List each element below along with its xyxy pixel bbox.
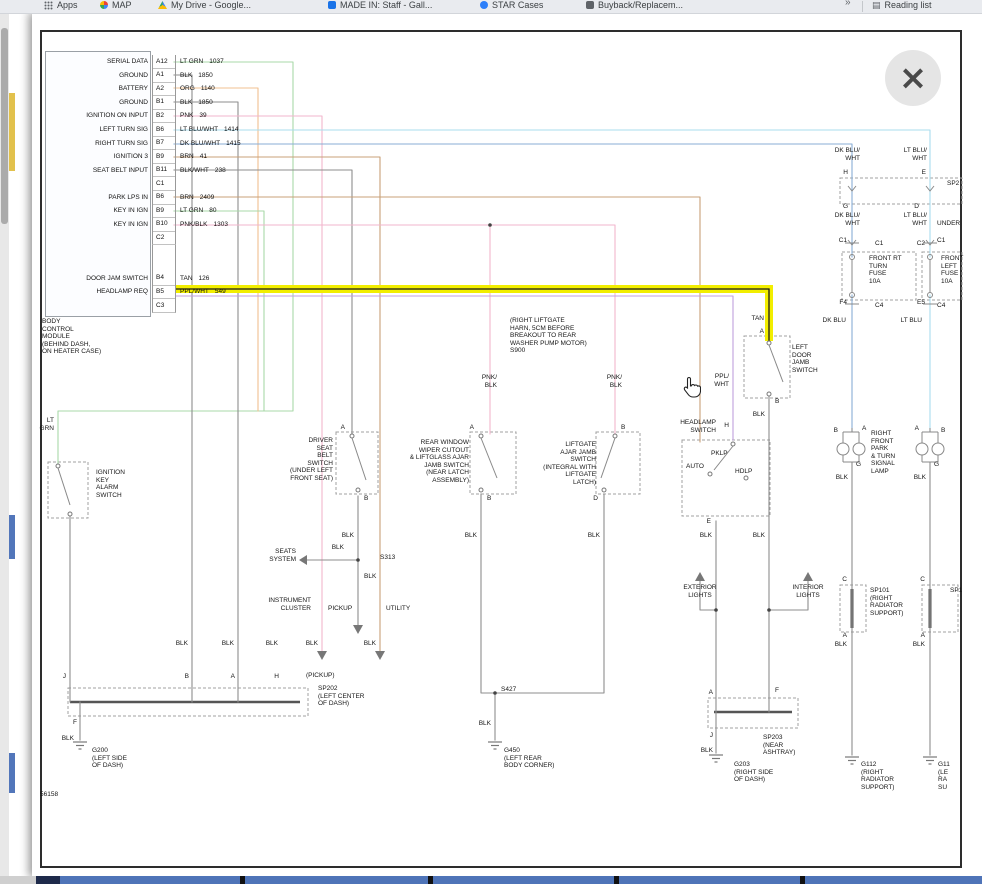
bcm-num: 549 <box>215 288 226 295</box>
bcm-clr: BLK/WHT <box>180 167 209 174</box>
bcm-pin: B6 <box>152 122 176 137</box>
background-edge-segment <box>0 876 36 884</box>
bcm-num: 2409 <box>200 194 214 201</box>
mouse-cursor-hand-icon <box>683 376 701 403</box>
bcm-pin: A1 <box>152 68 176 83</box>
bcm-pin-row: BATTERYA2 ORG 1140 <box>44 82 294 96</box>
bcm-pin-row: IGNITION 3B9 BRN 41 <box>44 150 294 164</box>
bcm-pin-row: IGNITION ON INPUTB2 PNK 39 <box>44 109 294 123</box>
bcm-num: 80 <box>209 207 216 214</box>
bcm-num: 1037 <box>209 58 223 65</box>
bcm-lbl: DOOR JAM SWITCH <box>44 275 152 282</box>
ground-symbols <box>73 742 937 764</box>
bcm-lbl: SEAT BELT INPUT <box>44 167 152 174</box>
bcm-clr: ORG <box>180 85 195 92</box>
bcm-pin-row: GROUNDB1 BLK 1850 <box>44 96 294 110</box>
bcm-pin-row: PARK LPS INB6 BRN 2409 <box>44 190 294 204</box>
bcm-pin: B10 <box>152 217 176 232</box>
bcm-pin: B9 <box>152 204 176 219</box>
bcm-lbl: HEADLAMP REQ <box>44 288 152 295</box>
bcm-pin-row: LEFT TURN SIGB6 LT BLU/WHT 1414 <box>44 123 294 137</box>
bcm-clr: BRN <box>180 153 194 160</box>
bcm-pin: A12 <box>152 55 176 70</box>
bcm-pin-row: GROUNDA1 BLK 1850 <box>44 69 294 83</box>
bcm-pin-row: C3 <box>44 299 294 313</box>
close-icon: × <box>899 58 928 98</box>
bcm-pin: B6 <box>152 190 176 205</box>
bcm-pin: B5 <box>152 285 176 300</box>
background-edge-segment <box>36 876 60 884</box>
bcm-num: 1850 <box>198 72 212 79</box>
bcm-num: 1850 <box>198 99 212 106</box>
bcm-pin-table: SERIAL DATAA12LT GRN1037GROUNDA1BLK1850B… <box>44 55 294 312</box>
bcm-lbl: BATTERY <box>44 85 152 92</box>
bcm-num: 1414 <box>224 126 238 133</box>
switch-symbols <box>56 341 783 516</box>
bcm-clr: BLK <box>180 72 192 79</box>
background-edge-divider <box>240 876 245 884</box>
bcm-clr: PPL/WHT <box>180 288 209 295</box>
bcm-pin: B4 <box>152 271 176 286</box>
bcm-clr: LT GRN <box>180 207 203 214</box>
bcm-pin-row: RIGHT TURN SIGB7 DK BLU/WHT 1415 <box>44 136 294 150</box>
bcm-row-gap <box>44 245 294 272</box>
bcm-num: 238 <box>215 167 226 174</box>
bcm-lbl: PARK LPS IN <box>44 194 152 201</box>
bcm-num: 39 <box>199 112 206 119</box>
bcm-lbl: GROUND <box>44 99 152 106</box>
bcm-clr: TAN <box>180 275 193 282</box>
bcm-pin-row: SERIAL DATAA12 LT GRN 1037 <box>44 55 294 69</box>
bcm-clr: PNK/BLK <box>180 221 207 228</box>
bcm-pin: C2 <box>152 231 176 246</box>
bcm-pin: B7 <box>152 136 176 151</box>
bcm-lbl: SERIAL DATA <box>44 58 152 65</box>
bcm-clr: DK BLU/WHT <box>180 140 220 147</box>
wire-direction-arrows <box>299 555 813 660</box>
close-button[interactable]: × <box>885 50 941 106</box>
bcm-pin: C3 <box>152 298 176 313</box>
bcm-num: 126 <box>199 275 210 282</box>
background-page-edge <box>0 876 982 884</box>
bcm-num: 1303 <box>213 221 227 228</box>
bcm-pin-row: C1 <box>44 177 294 191</box>
bcm-pin: C1 <box>152 176 176 191</box>
bcm-lbl: KEY IN IGN <box>44 207 152 214</box>
bcm-lbl: IGNITION 3 <box>44 153 152 160</box>
background-edge-divider <box>614 876 619 884</box>
bcm-lbl: IGNITION ON INPUT <box>44 112 152 119</box>
bcm-clr: LT GRN <box>180 58 203 65</box>
background-edge-divider <box>800 876 805 884</box>
bcm-clr: BLK <box>180 99 192 106</box>
bcm-lbl: LEFT TURN SIG <box>44 126 152 133</box>
bcm-pin: B1 <box>152 95 176 110</box>
background-edge-divider <box>428 876 433 884</box>
bcm-lbl: GROUND <box>44 72 152 79</box>
bcm-num: 1415 <box>226 140 240 147</box>
bcm-pin-row: KEY IN IGNB10 PNK/BLK 1303 <box>44 218 294 232</box>
bcm-pin-row: KEY IN IGNB9 LT GRN 80 <box>44 204 294 218</box>
bcm-pin-row: C2 <box>44 231 294 245</box>
bcm-pin-row: SEAT BELT INPUTB11 BLK/WHT 238 <box>44 163 294 177</box>
bcm-pin-row: HEADLAMP REQB5 PPL/WHT 549 <box>44 285 294 299</box>
park-turn-lamp-symbols <box>837 428 944 462</box>
bcm-pin-row: DOOR JAM SWITCHB4 TAN 126 <box>44 272 294 286</box>
bcm-num: 1140 <box>201 85 215 92</box>
bcm-lbl: RIGHT TURN SIG <box>44 140 152 147</box>
bcm-pin: B11 <box>152 163 176 178</box>
bcm-lbl: KEY IN IGN <box>44 221 152 228</box>
bcm-num: 41 <box>200 153 207 160</box>
bcm-clr: BRN <box>180 194 194 201</box>
bcm-clr: PNK <box>180 112 193 119</box>
splice-dots <box>356 223 771 695</box>
bcm-pin: B9 <box>152 149 176 164</box>
bcm-pin: A2 <box>152 82 176 97</box>
fuse-symbols <box>850 255 933 298</box>
bcm-pin: B2 <box>152 109 176 124</box>
bcm-clr: LT BLU/WHT <box>180 126 218 133</box>
